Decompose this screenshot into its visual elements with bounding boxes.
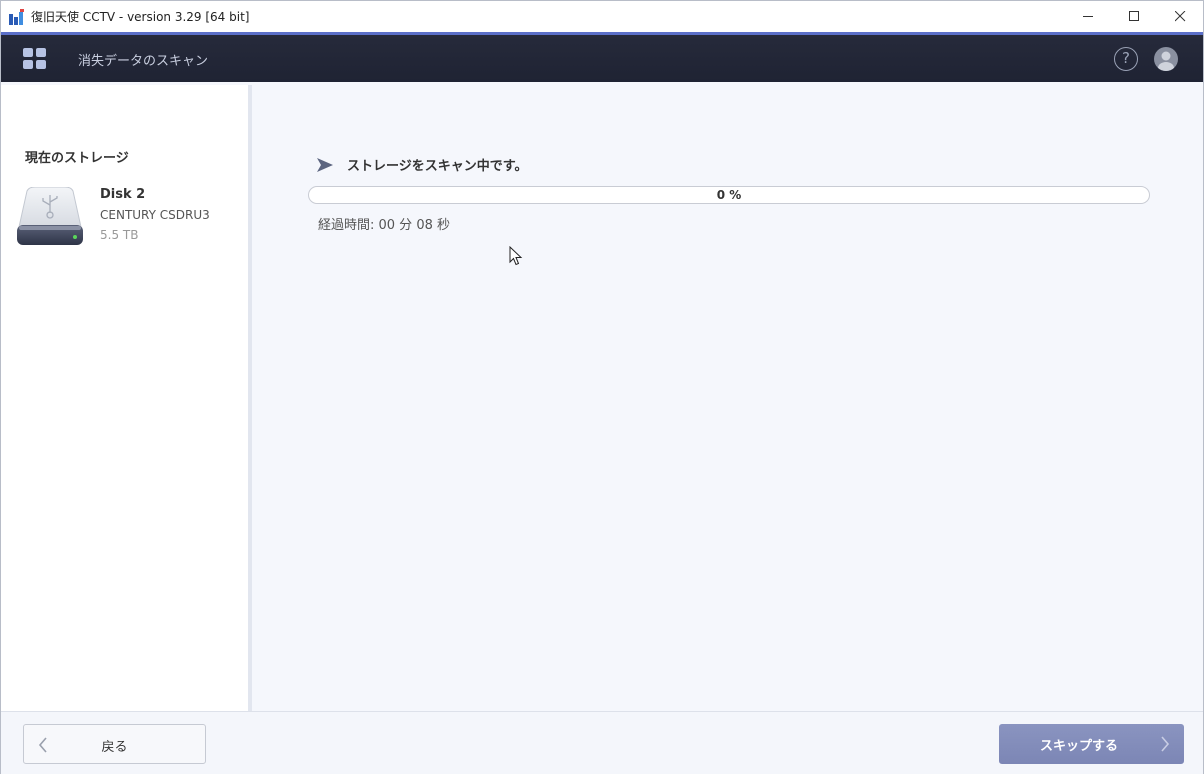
app-window: 復旧天使 CCTV - version 3.29 [64 bit] 消失データの… (0, 0, 1204, 774)
storage-sidebar: 現在のストレージ Disk 2 CENTURY CSDRU3 5.5 TB (1, 85, 252, 711)
window-title: 復旧天使 CCTV - version 3.29 [64 bit] (31, 10, 250, 24)
skip-button-label: スキップする (1039, 739, 1118, 754)
disk-model: CENTURY CSDRU3 (100, 208, 210, 222)
footer-bar: 戻る スキップする (1, 711, 1203, 774)
disk-size: 5.5 TB (100, 228, 139, 242)
disk-name: Disk 2 (100, 187, 146, 202)
usb-drive-icon (17, 187, 83, 245)
minimize-icon (1082, 16, 1093, 17)
play-arrow-icon (317, 157, 333, 172)
scan-status-text: ストレージをスキャン中です。 (347, 159, 528, 174)
page-title: 消失データのスキャン (78, 54, 209, 69)
close-icon (1174, 11, 1185, 22)
sidebar-heading: 現在のストレージ (25, 151, 129, 166)
mouse-cursor-icon (509, 246, 523, 266)
elapsed-time: 経過時間: 00 分 08 秒 (318, 218, 450, 233)
menu-grid-icon[interactable] (23, 48, 47, 70)
maximize-icon (1128, 11, 1139, 21)
app-logo-icon (9, 8, 25, 25)
storage-item-disk[interactable]: Disk 2 CENTURY CSDRU3 5.5 TB (13, 183, 248, 253)
back-button[interactable]: 戻る (23, 724, 206, 764)
scan-progress-bar: 0 % (308, 186, 1150, 204)
scan-panel: ストレージをスキャン中です。 0 % 経過時間: 00 分 08 秒 (256, 85, 1203, 711)
back-button-label: 戻る (101, 740, 128, 755)
window-controls (1065, 1, 1203, 32)
app-header: 消失データのスキャン ? (1, 32, 1203, 82)
progress-label: 0 % (716, 188, 742, 202)
skip-button[interactable]: スキップする (999, 724, 1184, 764)
close-button[interactable] (1157, 1, 1203, 32)
help-icon[interactable]: ? (1114, 47, 1138, 71)
chevron-right-icon (1161, 736, 1170, 752)
maximize-button[interactable] (1111, 1, 1157, 32)
minimize-button[interactable] (1065, 1, 1111, 32)
title-bar[interactable]: 復旧天使 CCTV - version 3.29 [64 bit] (1, 1, 1203, 32)
user-account-icon[interactable] (1154, 47, 1178, 71)
scan-status: ストレージをスキャン中です。 (316, 155, 527, 174)
